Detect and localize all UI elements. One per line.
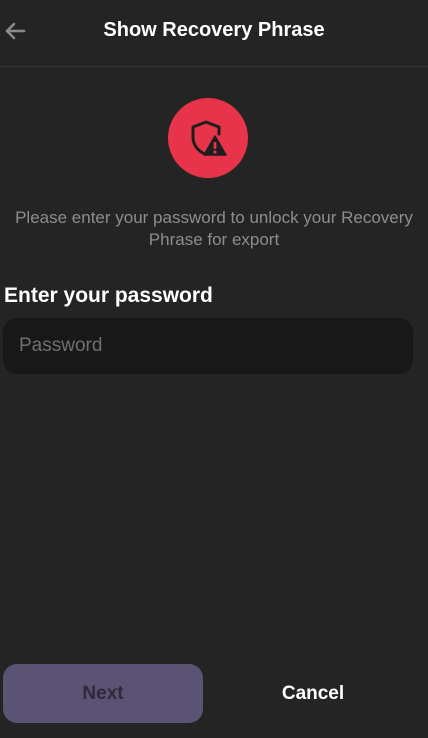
header: Show Recovery Phrase	[0, 0, 428, 67]
password-input[interactable]	[3, 318, 413, 374]
shield-warning-icon	[191, 120, 227, 156]
show-recovery-phrase-screen: Show Recovery Phrase Please enter your p…	[0, 0, 428, 738]
page-title: Show Recovery Phrase	[103, 19, 325, 41]
alert-badge	[168, 98, 248, 178]
password-label: Enter your password	[4, 284, 213, 307]
unlock-description: Please enter your password to unlock you…	[15, 208, 413, 249]
next-button[interactable]: Next	[3, 664, 203, 723]
cancel-button[interactable]: Cancel	[213, 664, 413, 723]
